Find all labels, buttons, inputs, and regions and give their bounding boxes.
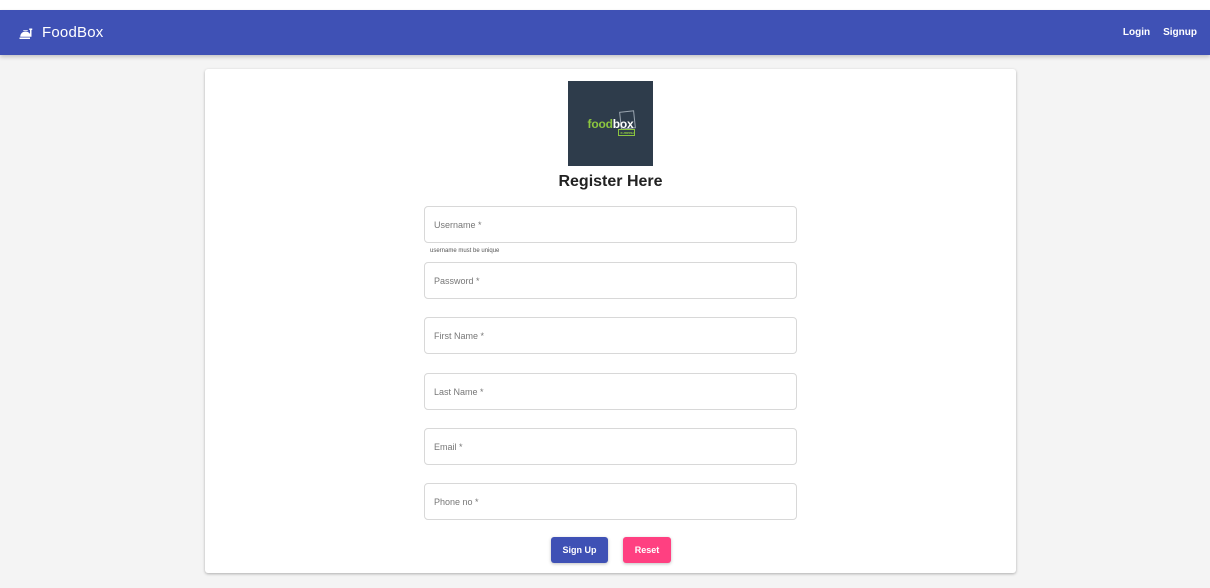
sign-up-button[interactable]: Sign Up — [551, 537, 608, 563]
page-title: Register Here — [558, 173, 663, 190]
nav-links: Login Signup — [1123, 27, 1197, 38]
login-link[interactable]: Login — [1123, 27, 1150, 38]
phone-field[interactable] — [424, 483, 797, 520]
signup-link[interactable]: Signup — [1163, 27, 1197, 38]
brand-title: FoodBox — [42, 24, 104, 41]
phone-input[interactable] — [425, 484, 796, 519]
logo-subtext: e-menu — [618, 128, 636, 136]
register-card: foodbox e-menu Register Here username mu… — [205, 69, 1016, 573]
last-name-field[interactable] — [424, 373, 797, 410]
username-hint: username must be unique — [430, 248, 500, 254]
logo-word-food: food — [587, 116, 613, 131]
username-input[interactable] — [425, 207, 796, 242]
logo-wordmark: foodbox e-menu — [587, 116, 636, 136]
email-input[interactable] — [425, 429, 796, 464]
food-tray-icon — [18, 24, 36, 42]
email-field[interactable] — [424, 428, 797, 465]
foodbox-logo: foodbox e-menu — [568, 81, 653, 166]
brand[interactable]: FoodBox — [18, 24, 103, 42]
first-name-field[interactable] — [424, 317, 797, 354]
first-name-input[interactable] — [425, 318, 796, 353]
last-name-input[interactable] — [425, 374, 796, 409]
navbar: FoodBox Login Signup — [0, 10, 1210, 55]
reset-button[interactable]: Reset — [623, 537, 671, 563]
password-input[interactable] — [425, 263, 796, 298]
username-field[interactable] — [424, 206, 797, 243]
password-field[interactable] — [424, 262, 797, 299]
top-strip — [0, 0, 1210, 10]
